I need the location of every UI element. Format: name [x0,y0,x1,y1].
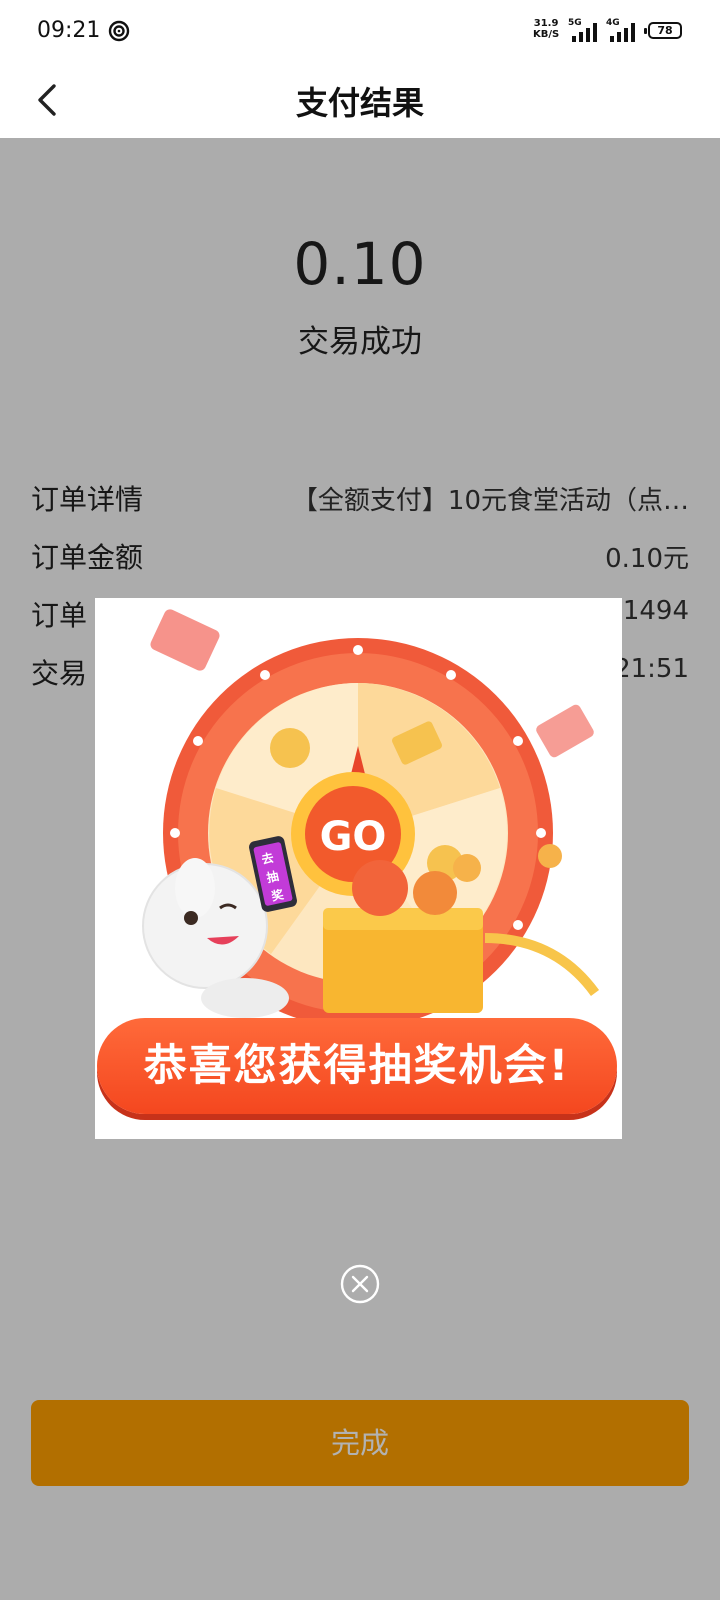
net-speed-unit: KB/S [533,29,560,40]
status-time: 09:21 [37,18,101,43]
sim2-signal-icon: 4G [606,18,640,42]
status-bar: 09:21 31.9 KB/S 5G 4G 78 [0,0,720,62]
lottery-popup[interactable]: GO 去 抽 奖 恭喜您获得抽奖机会! [95,598,622,1139]
header: 支付结果 [0,62,720,138]
net-speed: 31.9 KB/S [533,18,559,40]
battery-icon: 78 [644,22,682,39]
hotspot-icon [108,20,130,42]
congrats-banner[interactable]: 恭喜您获得抽奖机会! [97,1018,617,1114]
sim1-signal-icon: 5G [568,18,602,42]
net-speed-value: 31.9 [533,18,559,29]
close-icon[interactable] [340,1264,380,1304]
wheel-go-label[interactable]: GO [320,814,387,860]
page-title: 支付结果 [295,84,424,122]
